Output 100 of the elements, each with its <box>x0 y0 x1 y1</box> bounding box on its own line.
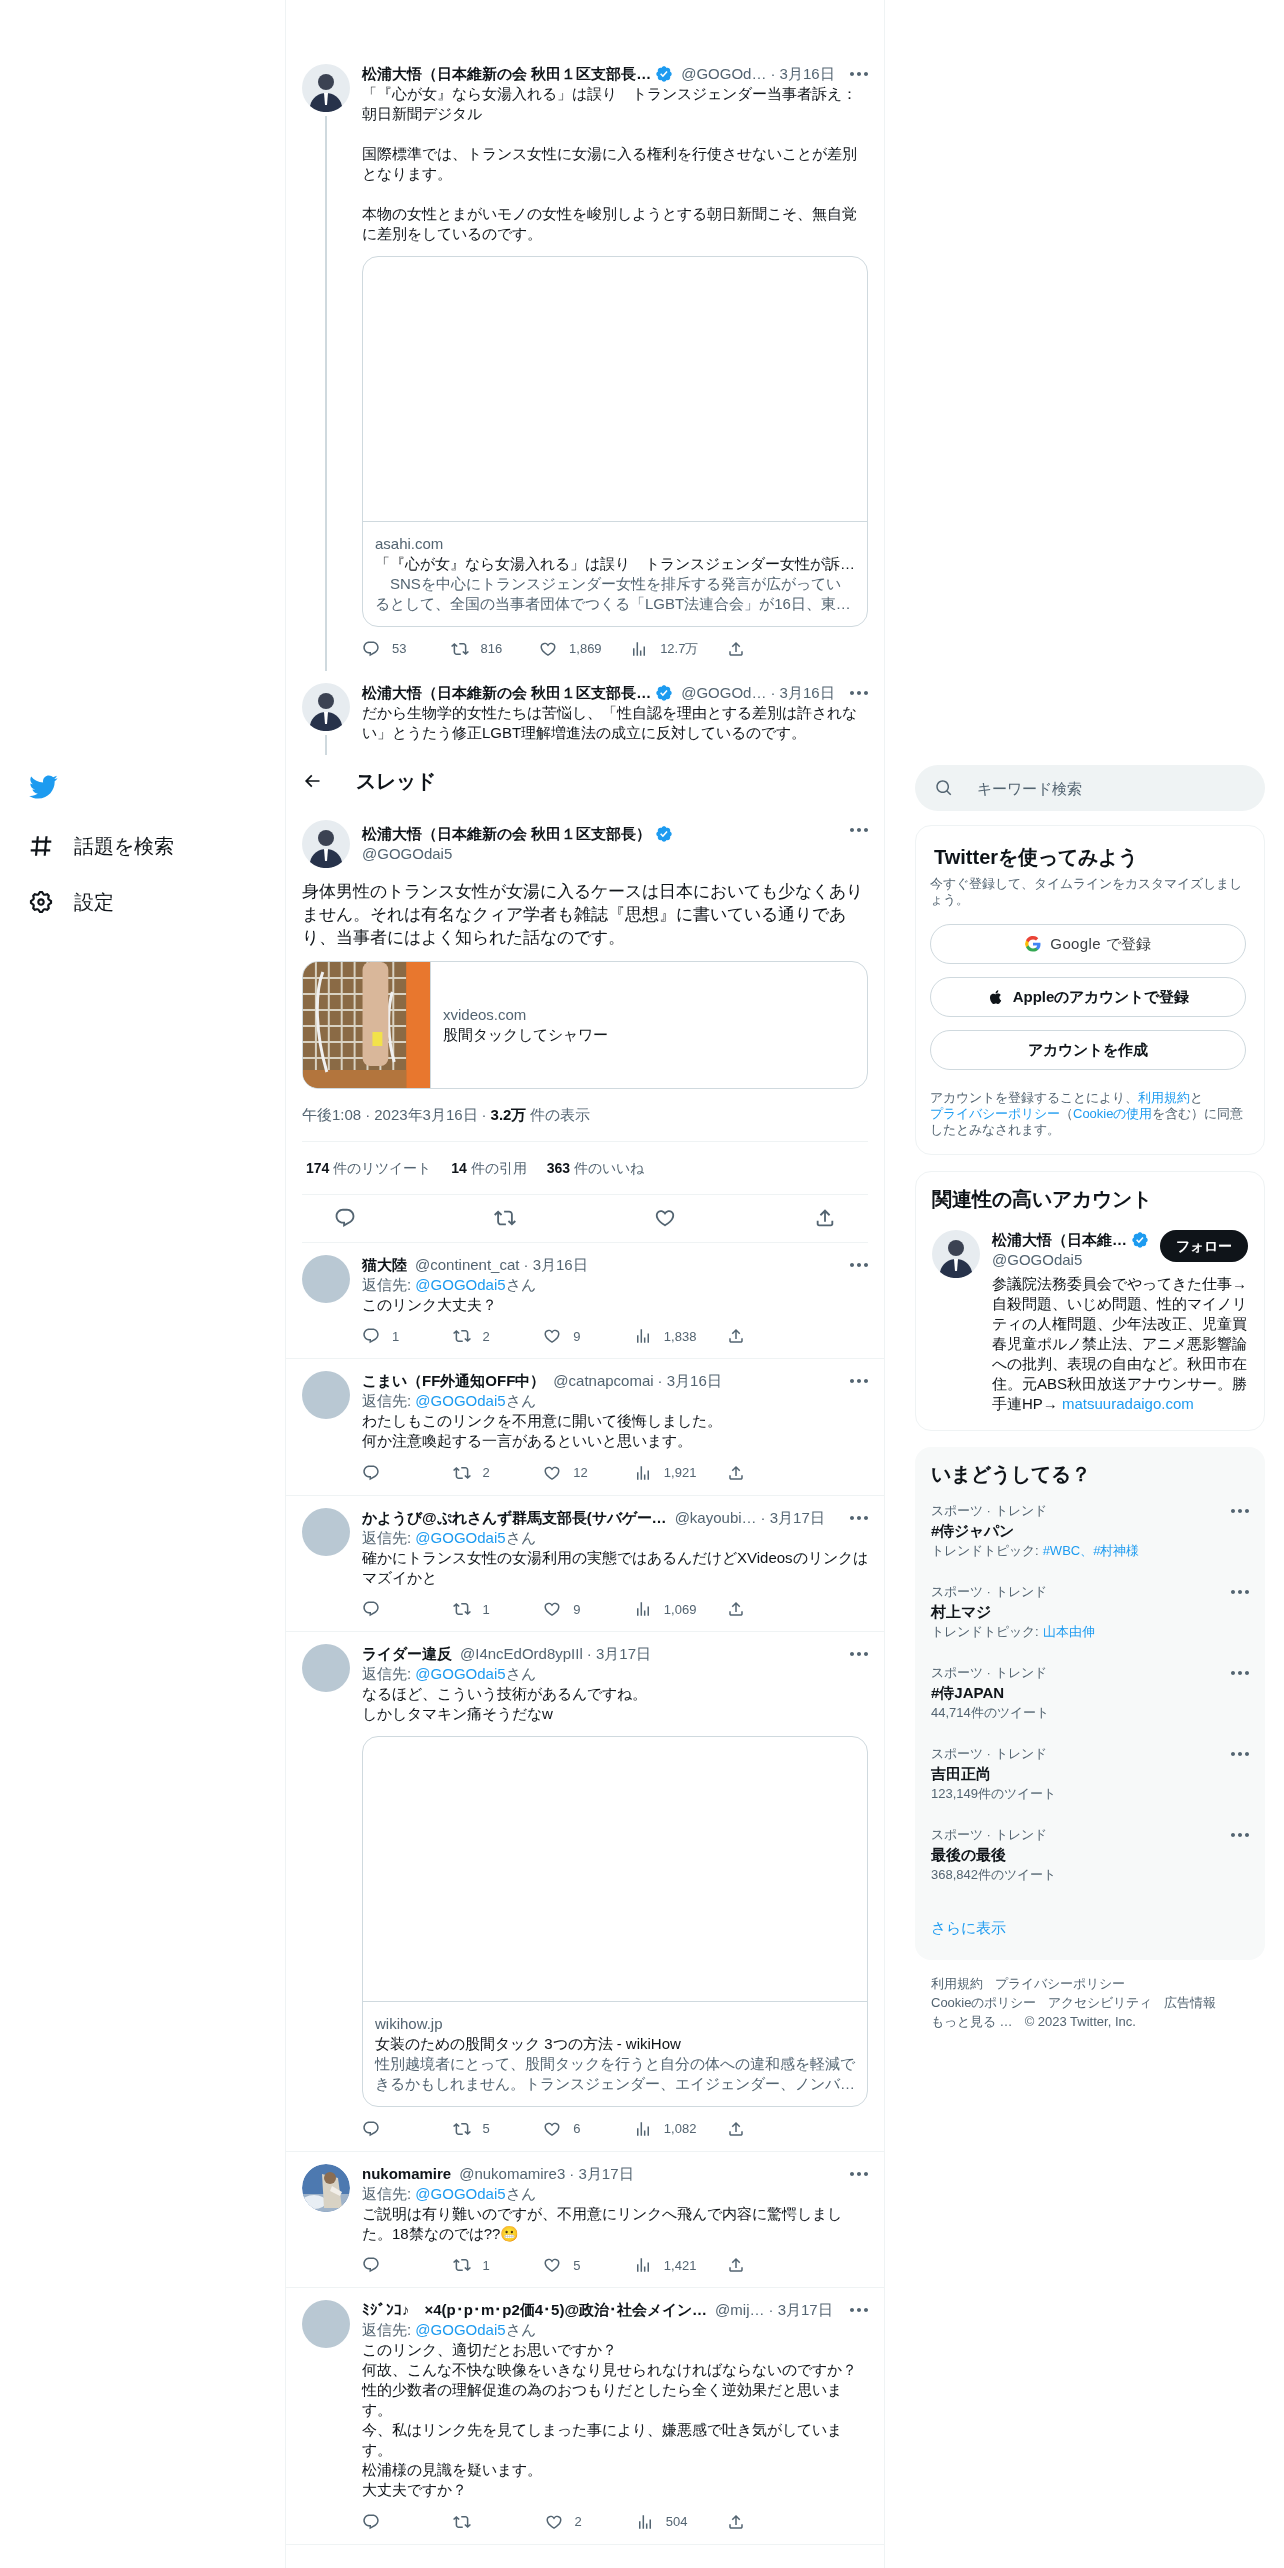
views-button[interactable]: 12.7万 <box>630 639 699 659</box>
footer-link[interactable]: Cookieのポリシー <box>931 1994 1037 2011</box>
display-name[interactable]: ﾐｼﾞﾝｺ♪ ×4(p･p･m･p2価4･5)@政治･社会メイン… <box>362 2300 708 2320</box>
footer-link[interactable]: 利用規約 <box>931 1975 983 1992</box>
views-button[interactable]: 1,069 <box>633 1599 697 1619</box>
like-button[interactable] <box>654 1207 676 1229</box>
user-handle[interactable]: @continent_cat <box>415 1254 520 1275</box>
tweet-date[interactable]: · 3月17日 <box>768 2300 833 2320</box>
retweet-button[interactable]: 1 <box>452 2255 513 2275</box>
search-field[interactable]: キーワード検索 <box>915 765 1265 811</box>
user-handle[interactable]: @GOGOd… <box>681 64 767 84</box>
more-button[interactable] <box>850 1652 868 1656</box>
display-name[interactable]: 猫大陸 <box>362 1254 407 1275</box>
stat-link[interactable]: 14 件の引用 <box>451 1157 527 1178</box>
link-card[interactable]: wikihow.jp 女装のための股間タック 3つの方法 - wikiHow 性別越境者にとって、股間タックを行うと自分の体への違和感を軽減できるかもしれません。トランスジェンダー、エイジェンダー、ノンバ… <box>362 1736 868 2107</box>
like-button[interactable]: 9 <box>543 1599 604 1619</box>
reply-button[interactable] <box>334 1207 356 1229</box>
like-button[interactable]: 1,869 <box>539 639 602 659</box>
user-handle[interactable]: @GOGOd… <box>681 682 767 703</box>
views-button[interactable]: 1,082 <box>633 2119 697 2139</box>
retweet-button[interactable]: 1 <box>452 1599 513 1619</box>
link-card[interactable]: asahi.com 「『心が女』なら女湯入れる」は誤り トランスジェンダー女性が訴… SNSを中心にトランスジェンダー女性を排斥する発言が広がっているとして、全国の当事者団体でつくる「LGBT法連合会」が16日、東… <box>362 256 868 627</box>
nav-item[interactable]: 話題を検索 <box>28 818 285 874</box>
display-name[interactable]: 松浦大悟（日本維新の会 秋田１区支部長… <box>362 64 652 84</box>
trend-name[interactable]: 村上マジ <box>931 1602 1231 1622</box>
reply-button[interactable]: 1 <box>362 1326 422 1346</box>
display-name[interactable]: 松浦大悟（日本維新の会 秋田１区支部長） <box>362 823 652 844</box>
avatar[interactable] <box>302 64 350 112</box>
link-card[interactable]: xvideos.com 股間タックしてシャワー <box>302 960 868 1089</box>
more-button[interactable] <box>1231 1671 1249 1675</box>
avatar[interactable] <box>932 1230 980 1278</box>
stat-link[interactable]: 363 件のいいね <box>546 1157 644 1178</box>
more-button[interactable] <box>850 1515 868 1520</box>
display-name[interactable]: かようび@ぷれさんず群馬支部長(サバゲー… <box>362 1507 667 1528</box>
like-button[interactable]: 6 <box>543 2119 604 2139</box>
display-name[interactable]: nukomamire <box>362 2163 452 2184</box>
more-button[interactable] <box>850 1262 868 1267</box>
retweet-button[interactable]: 5 <box>452 2119 513 2139</box>
views-button[interactable]: 1,921 <box>633 1463 697 1483</box>
tweet-date[interactable]: · 3月16日 <box>770 682 835 703</box>
more-button[interactable] <box>1231 1833 1249 1837</box>
user-handle[interactable]: @kayoubi… <box>674 1507 757 1528</box>
views-button[interactable]: 1,838 <box>633 1326 697 1346</box>
follow-button[interactable]: フォロー <box>1160 1230 1248 1262</box>
footer-link[interactable]: 広告情報 <box>1164 1994 1217 2011</box>
trend-name[interactable]: #侍JAPAN <box>931 1683 1231 1703</box>
user-handle[interactable]: @I4ncEdOrd8ypIIl <box>460 1644 583 1664</box>
like-button[interactable]: 9 <box>543 1326 604 1346</box>
reply-icon <box>362 1463 380 1482</box>
tweet-meta: 件の表示 <box>530 1104 591 1125</box>
like-button[interactable]: 2 <box>544 2512 605 2532</box>
share-button[interactable] <box>814 1207 836 1229</box>
tweet-date[interactable]: · 3月16日 <box>657 1371 722 1391</box>
trend-name[interactable]: #侍ジャパン <box>931 1521 1231 1541</box>
display-name[interactable]: ライダー違反 <box>362 1644 452 1664</box>
more-button[interactable] <box>1231 1752 1249 1756</box>
heart-icon <box>543 1600 562 1619</box>
trend-name[interactable]: 吉田正尚 <box>931 1764 1231 1784</box>
display-name[interactable]: 松浦大悟（日本維新の会 秋田１区支部長… <box>362 682 652 703</box>
like-button[interactable]: 5 <box>543 2255 604 2275</box>
more-button[interactable] <box>850 1379 868 1383</box>
more-button[interactable] <box>850 827 868 832</box>
avatar[interactable] <box>302 819 350 868</box>
tweet-date[interactable]: · 3月16日 <box>523 1254 588 1275</box>
user-handle[interactable]: @nukomamire3 <box>459 2163 566 2184</box>
trend-name[interactable]: 最後の最後 <box>931 1845 1231 1865</box>
retweet-button[interactable]: 2 <box>452 1463 513 1483</box>
more-button[interactable] <box>850 72 868 76</box>
link-domain: asahi.com <box>375 534 445 554</box>
footer-link[interactable]: プライバシーポリシー <box>995 1975 1125 1992</box>
link-title: 股間タックしてシャワー <box>443 1024 608 1045</box>
retweet-button[interactable]: 2 <box>452 1326 513 1346</box>
footer-link[interactable]: もっと見る … <box>931 2013 1013 2030</box>
display-name[interactable]: こまい（FF外通知OFF中） <box>362 1371 546 1391</box>
more-button[interactable] <box>850 2308 868 2312</box>
user-handle[interactable]: @GOGOdai5 <box>362 843 838 864</box>
more-button[interactable] <box>1231 1509 1249 1513</box>
tweet-date[interactable]: · 3月17日 <box>586 1644 651 1664</box>
heart-icon <box>543 2256 562 2275</box>
display-name[interactable]: 松浦大悟（日本維… <box>992 1230 1127 1250</box>
tweet-date[interactable]: · 3月17日 <box>760 1507 825 1528</box>
tweet-date[interactable]: · 3月17日 <box>569 2163 634 2184</box>
nav-item[interactable]: 設定 <box>28 874 285 930</box>
views-button[interactable]: 1,421 <box>633 2255 697 2275</box>
user-handle[interactable]: @catnapcomai <box>553 1371 654 1391</box>
reply-icon <box>362 1600 380 1619</box>
stat-link[interactable]: 174 件のリツイート <box>306 1157 432 1178</box>
more-icon <box>1231 1752 1249 1756</box>
more-button[interactable] <box>850 690 868 695</box>
more-button[interactable] <box>850 2171 868 2176</box>
views-button[interactable]: 504 <box>635 2512 696 2532</box>
tweet-date[interactable]: · 3月16日 <box>770 64 835 84</box>
more-icon <box>850 1515 868 1520</box>
user-handle[interactable]: @mij… <box>715 2300 765 2320</box>
like-button[interactable]: 12 <box>543 1463 604 1483</box>
footer-link[interactable]: アクセシビリティ <box>1048 1994 1153 2011</box>
retweet-button[interactable]: 816 <box>450 639 511 659</box>
avatar[interactable] <box>302 682 350 731</box>
reply-button[interactable]: 53 <box>362 639 422 659</box>
more-button[interactable] <box>1231 1590 1249 1594</box>
